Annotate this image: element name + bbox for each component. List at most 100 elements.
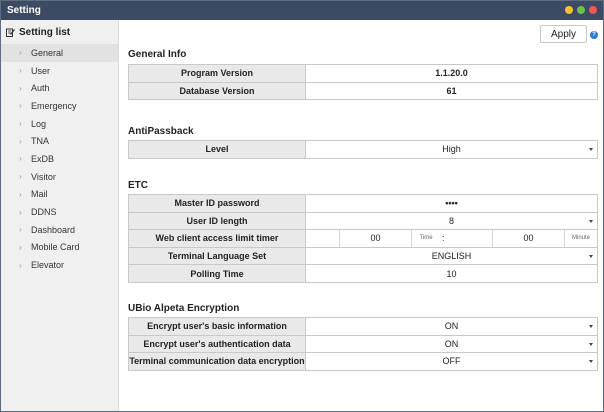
sidebar-header: Setting list xyxy=(1,20,118,44)
sidebar-item-auth[interactable]: › Auth xyxy=(1,79,118,97)
polling-time-input[interactable]: 10 xyxy=(305,264,598,283)
sidebar-item-label: TNA xyxy=(31,136,49,147)
chevron-right-icon: › xyxy=(19,242,22,252)
etc-title: ETC xyxy=(128,180,148,191)
encrypt-basic-info-value: ON xyxy=(444,321,459,332)
sidebar-item-mobile-card[interactable]: › Mobile Card xyxy=(1,239,118,257)
sidebar-item-user[interactable]: › User xyxy=(1,62,118,80)
sidebar-item-label: DDNS xyxy=(31,207,57,218)
master-id-password-label: Master ID password xyxy=(128,194,306,213)
window-controls xyxy=(565,6,597,14)
timer-minutes-input[interactable]: 00 xyxy=(492,230,565,247)
help-icon[interactable]: ? xyxy=(590,31,598,39)
dropdown-arrow-icon xyxy=(589,360,593,364)
program-version-label: Program Version xyxy=(128,64,306,83)
sidebar-item-label: Mail xyxy=(31,189,48,200)
table-row: Encrypt user's basic information ON xyxy=(128,317,598,336)
chevron-right-icon: › xyxy=(19,189,22,199)
general-info-title: General Info xyxy=(128,49,187,60)
antipassback-table: Level High xyxy=(128,140,598,159)
chevron-right-icon: › xyxy=(19,66,22,76)
sidebar-item-label: Elevator xyxy=(31,260,65,271)
terminal-comm-encryption-label: Terminal communication data encryption xyxy=(128,352,306,371)
terminal-comm-encryption-select[interactable]: OFF xyxy=(305,352,598,371)
table-row: Master ID password •••• xyxy=(128,194,598,213)
maximize-button[interactable] xyxy=(577,6,585,14)
timer-separator: : xyxy=(442,233,445,244)
sidebar-item-log[interactable]: › Log xyxy=(1,115,118,133)
title-bar: Setting xyxy=(1,1,603,20)
dropdown-arrow-icon xyxy=(589,219,593,223)
chevron-right-icon: › xyxy=(19,136,22,146)
table-row: Level High xyxy=(128,140,598,159)
sidebar-item-elevator[interactable]: › Elevator xyxy=(1,256,118,274)
chevron-right-icon: › xyxy=(19,154,22,164)
sidebar-item-label: ExDB xyxy=(31,153,55,164)
user-id-length-value: 8 xyxy=(448,215,454,226)
encryption-table: Encrypt user's basic information ON Encr… xyxy=(128,317,598,371)
dropdown-arrow-icon xyxy=(589,342,593,346)
chevron-right-icon: › xyxy=(19,260,22,270)
level-select[interactable]: High xyxy=(305,140,598,159)
antipassback-title: AntiPassback xyxy=(128,126,194,137)
timer-minute-unit: Minute xyxy=(571,235,590,242)
table-row: Polling Time 10 xyxy=(128,264,598,283)
encrypt-auth-data-value: ON xyxy=(444,338,459,349)
chevron-right-icon: › xyxy=(19,101,22,111)
sidebar-item-exdb[interactable]: › ExDB xyxy=(1,150,118,168)
level-label: Level xyxy=(128,140,306,159)
chevron-right-icon: › xyxy=(19,48,22,58)
table-row: Terminal communication data encryption O… xyxy=(128,352,598,371)
sidebar-item-label: Auth xyxy=(31,83,50,94)
table-row: Program Version 1.1.20.0 xyxy=(128,64,598,83)
sidebar-item-label: Dashboard xyxy=(31,224,76,235)
apply-button[interactable]: Apply xyxy=(540,25,587,43)
table-row: Web client access limit timer 00 Time : … xyxy=(128,229,598,248)
chevron-right-icon: › xyxy=(19,119,22,129)
master-id-password-field[interactable]: •••• xyxy=(305,194,598,213)
terminal-language-value: ENGLISH xyxy=(431,251,472,262)
user-id-length-select[interactable]: 8 xyxy=(305,211,598,231)
settings-window: Setting Setting list › General › User › Aut… xyxy=(0,0,604,412)
general-info-table: Program Version 1.1.20.0 Database Versio… xyxy=(128,64,598,101)
dropdown-arrow-icon xyxy=(589,325,593,328)
close-button[interactable] xyxy=(589,6,597,14)
sidebar-item-label: Log xyxy=(31,118,47,129)
chevron-right-icon: › xyxy=(19,207,22,217)
sidebar-item-dashboard[interactable]: › Dashboard xyxy=(1,221,118,239)
level-value: High xyxy=(442,144,461,155)
terminal-comm-encryption-value: OFF xyxy=(442,356,461,367)
sidebar-item-label: Mobile Card xyxy=(31,242,80,253)
sidebar-item-label: General xyxy=(31,47,64,58)
etc-table: Master ID password •••• User ID length 8… xyxy=(128,194,598,283)
encryption-title: UBio Alpeta Encryption xyxy=(128,303,240,314)
user-id-length-label: User ID length xyxy=(128,211,306,231)
timer-hours-input[interactable]: 00 xyxy=(339,230,412,247)
edit-list-icon xyxy=(6,28,15,37)
terminal-language-select[interactable]: ENGLISH xyxy=(305,246,598,266)
web-client-timer-cell: 00 Time : 00 Minute xyxy=(305,229,598,248)
sidebar-item-label: Emergency xyxy=(31,100,77,111)
sidebar-item-visitor[interactable]: › Visitor xyxy=(1,168,118,186)
sidebar: Setting list › General › User › Auth › Emerg… xyxy=(1,20,119,411)
window-title: Setting xyxy=(7,5,41,16)
sidebar-item-emergency[interactable]: › Emergency xyxy=(1,97,118,115)
sidebar-item-ddns[interactable]: › DDNS xyxy=(1,203,118,221)
sidebar-item-general[interactable]: › General xyxy=(1,44,118,62)
polling-time-label: Polling Time xyxy=(128,264,306,283)
minimize-button[interactable] xyxy=(565,6,573,14)
encrypt-basic-info-select[interactable]: ON xyxy=(305,317,598,336)
database-version-label: Database Version xyxy=(128,81,306,101)
timer-time-unit: Time xyxy=(419,235,433,242)
web-client-timer-label: Web client access limit timer xyxy=(128,229,306,248)
sidebar-header-label: Setting list xyxy=(19,26,71,38)
encrypt-basic-info-label: Encrypt user's basic information xyxy=(128,317,306,336)
sidebar-item-mail[interactable]: › Mail xyxy=(1,186,118,204)
sidebar-item-tna[interactable]: › TNA xyxy=(1,132,118,150)
encrypt-auth-data-select[interactable]: ON xyxy=(305,334,598,354)
chevron-right-icon: › xyxy=(19,172,22,182)
dropdown-arrow-icon xyxy=(589,148,593,151)
main-panel: Apply ? General Info Program Version 1.1… xyxy=(119,20,603,411)
table-row: Database Version 61 xyxy=(128,81,598,101)
sidebar-item-label: User xyxy=(31,65,51,76)
